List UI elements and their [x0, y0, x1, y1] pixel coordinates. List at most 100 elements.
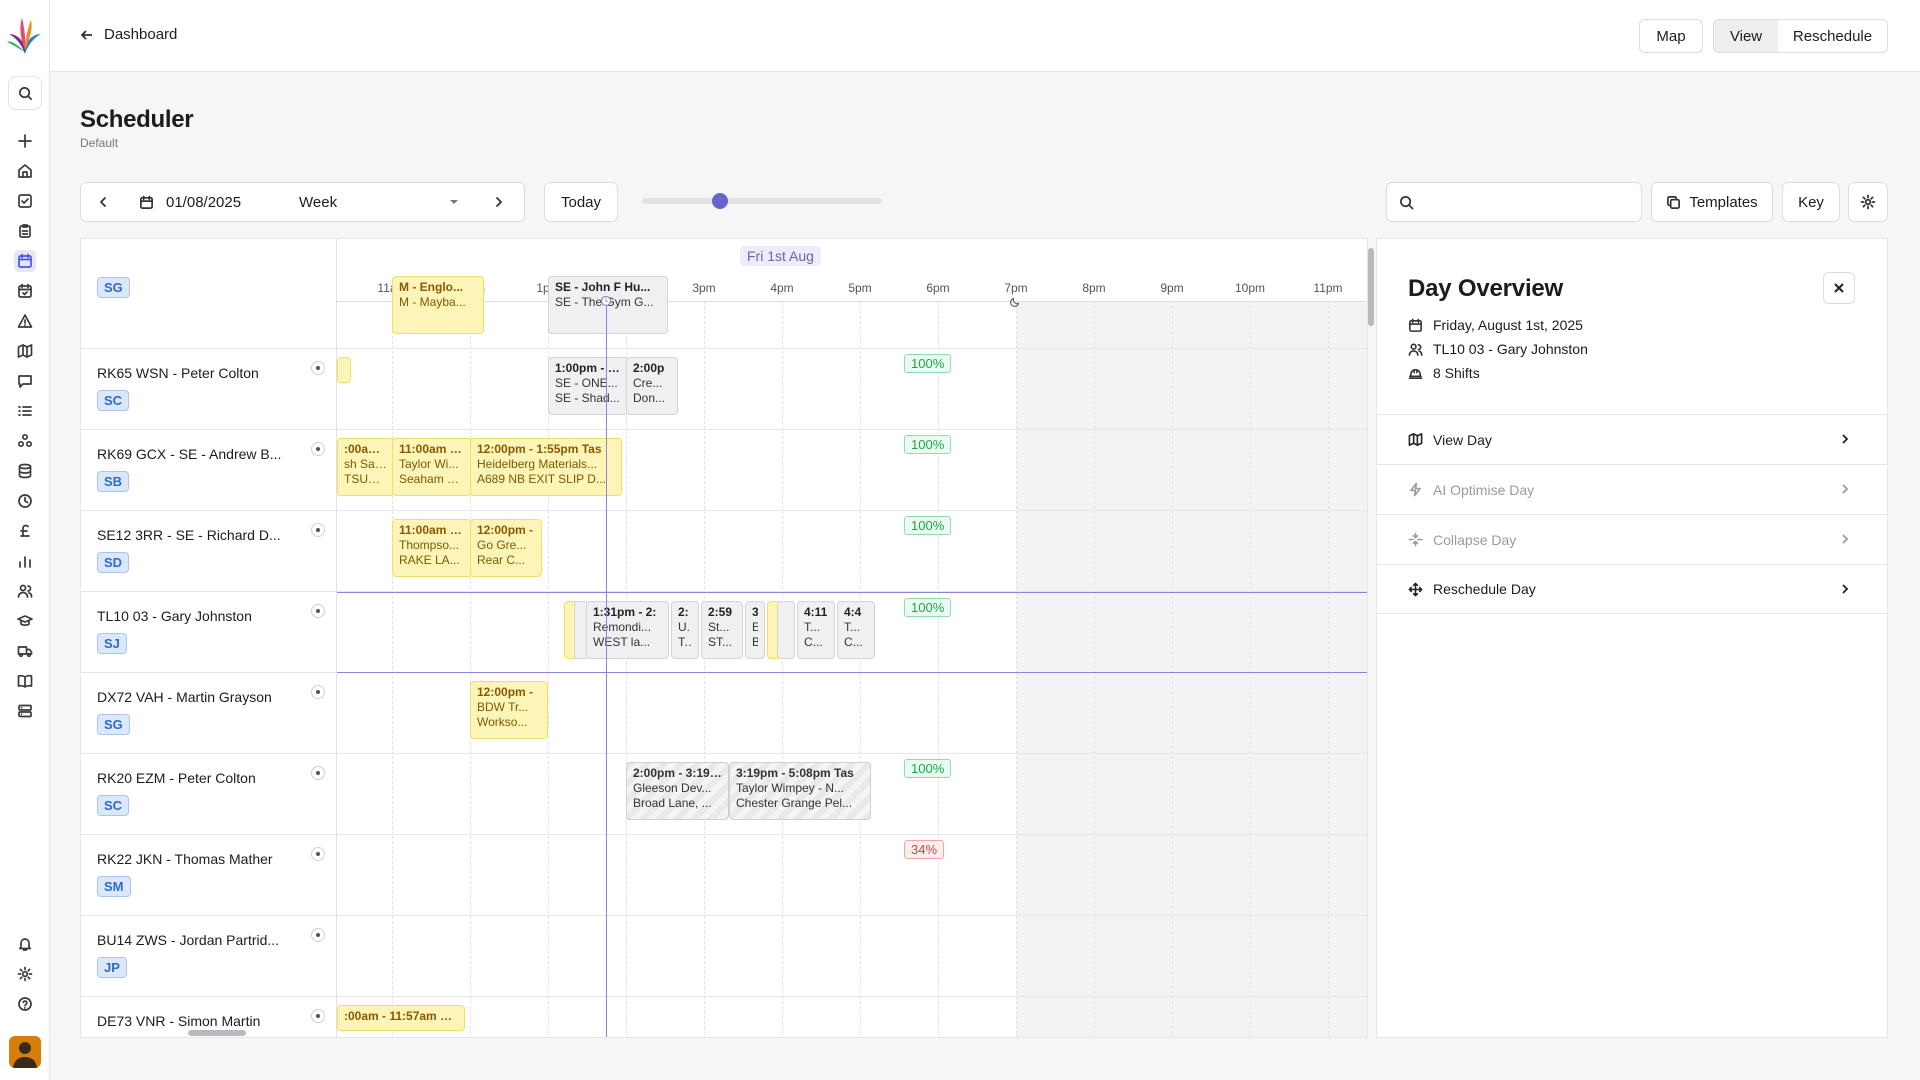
help-icon[interactable]: [14, 993, 36, 1015]
resource-menu-icon[interactable]: [311, 766, 325, 780]
shift-event[interactable]: 1:31pm - 2: Remondi... WEST la...: [586, 601, 669, 659]
shift-event[interactable]: 2:U.T...: [671, 601, 699, 659]
key-button[interactable]: Key: [1782, 182, 1840, 222]
resource-cell[interactable]: RK65 WSN - Peter Colton SC: [81, 349, 337, 430]
clock-icon[interactable]: [14, 490, 36, 512]
shift-event[interactable]: 2:59 St... ST...: [701, 601, 743, 659]
back-to-dashboard-link[interactable]: Dashboard: [80, 26, 177, 43]
horizontal-scrollbar[interactable]: [188, 1030, 246, 1036]
settings-icon[interactable]: [14, 963, 36, 985]
resource-cell[interactable]: SG: [81, 268, 337, 349]
shift-event[interactable]: 12:00pm - Go Gre... Rear C...: [470, 519, 542, 577]
shift-detail: RAKE LA...: [399, 553, 460, 567]
resource-cell[interactable]: SE12 3RR - SE - Richard D... SD: [81, 511, 337, 592]
shift-time: 1:00pm - 2:00: [555, 361, 621, 375]
shift-time: 2:59: [708, 605, 733, 619]
prev-period-button[interactable]: [80, 182, 126, 222]
calendar-icon[interactable]: [14, 250, 36, 272]
zoom-slider[interactable]: [642, 193, 882, 209]
timeline-row[interactable]: 12:00pm - BDW Tr... Workso...: [337, 673, 1367, 754]
bar-chart-icon[interactable]: [14, 550, 36, 572]
calendar-check-icon[interactable]: [14, 280, 36, 302]
training-icon[interactable]: [14, 610, 36, 632]
home-icon[interactable]: [14, 160, 36, 182]
timeline-row[interactable]: :00am - 11sh Sale ...TSUBIS...11:00am - …: [337, 430, 1367, 511]
shift-detail: WEST la...: [593, 635, 651, 649]
clipboard-icon[interactable]: [14, 220, 36, 242]
timeline-row[interactable]: 1:00pm - 2:00SE - ONE...SE - Shad...2:00…: [337, 349, 1367, 430]
resource-menu-icon[interactable]: [311, 361, 325, 375]
list-icon[interactable]: [14, 400, 36, 422]
tasks-icon[interactable]: [14, 190, 36, 212]
database-icon[interactable]: [14, 460, 36, 482]
shift-event[interactable]: :00am - 11sh Sale ...TSUBIS...: [337, 438, 394, 496]
users-icon[interactable]: [14, 580, 36, 602]
panel-action-view-day[interactable]: View Day: [1377, 414, 1887, 464]
shift-event[interactable]: :00am - 11:57am Tas: [337, 1005, 465, 1031]
vertical-scrollbar[interactable]: [1368, 248, 1374, 326]
shift-event[interactable]: 4:4 T... C...: [837, 601, 875, 659]
warning-icon[interactable]: [14, 310, 36, 332]
resource-menu-icon[interactable]: [311, 847, 325, 861]
resource-menu-icon[interactable]: [311, 685, 325, 699]
shift-event[interactable]: 11:00am - 1: Thompso... RAKE LA...: [392, 519, 472, 577]
zoom-slider-handle[interactable]: [712, 193, 728, 209]
shift-event[interactable]: 12:00pm - 1:55pm Tas Heidelberg Materials…: [470, 438, 622, 496]
shift-event[interactable]: 3:19pm - 5:08pm Tas Taylor Wimpey - N... C…: [729, 762, 871, 820]
truck-icon[interactable]: [14, 640, 36, 662]
timeline-row[interactable]: 34%: [337, 835, 1367, 916]
timeline-row[interactable]: 11:00am - 1: Thompso... RAKE LA... 12:00pm …: [337, 511, 1367, 592]
timeline-row[interactable]: 1CT1:31pm - 2:Remondi...WEST la...2:U.T.…: [337, 592, 1367, 673]
panel-action-reschedule-day[interactable]: Reschedule Day: [1377, 564, 1887, 614]
resource-cell[interactable]: BU14 ZWS - Jordan Partrid... JP: [81, 916, 337, 997]
pound-icon[interactable]: [14, 520, 36, 542]
shift-event[interactable]: M - Englo... M - Mayba...: [392, 276, 484, 334]
shift-event[interactable]: 4:11 T... C...: [797, 601, 835, 659]
shift-event[interactable]: 2:00p Cre... Don...: [626, 357, 678, 415]
global-search-button[interactable]: [8, 76, 42, 110]
resource-menu-icon[interactable]: [311, 928, 325, 942]
shift-detail: C...: [844, 635, 863, 649]
panel-action-ai-optimise-day[interactable]: AI Optimise Day: [1377, 464, 1887, 514]
resource-cell[interactable]: DX72 VAH - Martin Grayson SG: [81, 673, 337, 754]
add-icon[interactable]: [14, 130, 36, 152]
server-icon[interactable]: [14, 700, 36, 722]
shift-event[interactable]: [337, 357, 351, 383]
timeline-row[interactable]: :00am - 11:57am Tas: [337, 997, 1367, 1037]
next-period-button[interactable]: [473, 182, 525, 222]
panel-action-collapse-day[interactable]: Collapse Day: [1377, 514, 1887, 564]
shift-event[interactable]: 3:E.B.: [745, 601, 765, 659]
today-button[interactable]: Today: [544, 182, 618, 222]
integrations-icon[interactable]: [14, 430, 36, 452]
resource-cell[interactable]: RK22 JKN - Thomas Mather SM: [81, 835, 337, 916]
timeline-row[interactable]: [337, 916, 1367, 997]
chat-icon[interactable]: [14, 370, 36, 392]
map-icon[interactable]: [14, 340, 36, 362]
shift-event[interactable]: 2:00pm - 3:19pm Gleeson Dev... Broad Lane,…: [626, 762, 729, 820]
date-picker[interactable]: 01/08/2025: [125, 182, 287, 222]
reschedule-button[interactable]: Reschedule: [1778, 19, 1888, 53]
map-button[interactable]: Map: [1639, 19, 1703, 53]
shift-event[interactable]: 11:00am - 12 Taylor Wi... Seaham C...: [392, 438, 472, 496]
shift-event[interactable]: [777, 601, 795, 659]
shift-event[interactable]: 12:00pm - BDW Tr... Workso...: [470, 681, 548, 739]
user-avatar[interactable]: [9, 1036, 41, 1068]
resource-menu-icon[interactable]: [311, 604, 325, 618]
bell-icon[interactable]: [14, 933, 36, 955]
timeline-row[interactable]: M - Englo... M - Mayba... SE - John F Hu..…: [337, 268, 1367, 349]
close-panel-button[interactable]: [1823, 272, 1855, 304]
resource-cell[interactable]: RK69 GCX - SE - Andrew B... SB: [81, 430, 337, 511]
range-select[interactable]: Week: [286, 182, 474, 222]
resource-menu-icon[interactable]: [311, 523, 325, 537]
shift-event[interactable]: 1:00pm - 2:00SE - ONE...SE - Shad...: [548, 357, 628, 415]
book-icon[interactable]: [14, 670, 36, 692]
search-input[interactable]: [1386, 182, 1642, 222]
scheduler-settings-button[interactable]: [1848, 182, 1888, 222]
resource-menu-icon[interactable]: [311, 1009, 325, 1023]
resource-cell[interactable]: TL10 03 - Gary Johnston SJ: [81, 592, 337, 673]
resource-cell[interactable]: RK20 EZM - Peter Colton SC: [81, 754, 337, 835]
timeline-row[interactable]: 2:00pm - 3:19pm Gleeson Dev... Broad Lane,…: [337, 754, 1367, 835]
templates-button[interactable]: Templates: [1651, 182, 1773, 222]
resource-menu-icon[interactable]: [311, 442, 325, 456]
view-button[interactable]: View: [1713, 19, 1779, 53]
